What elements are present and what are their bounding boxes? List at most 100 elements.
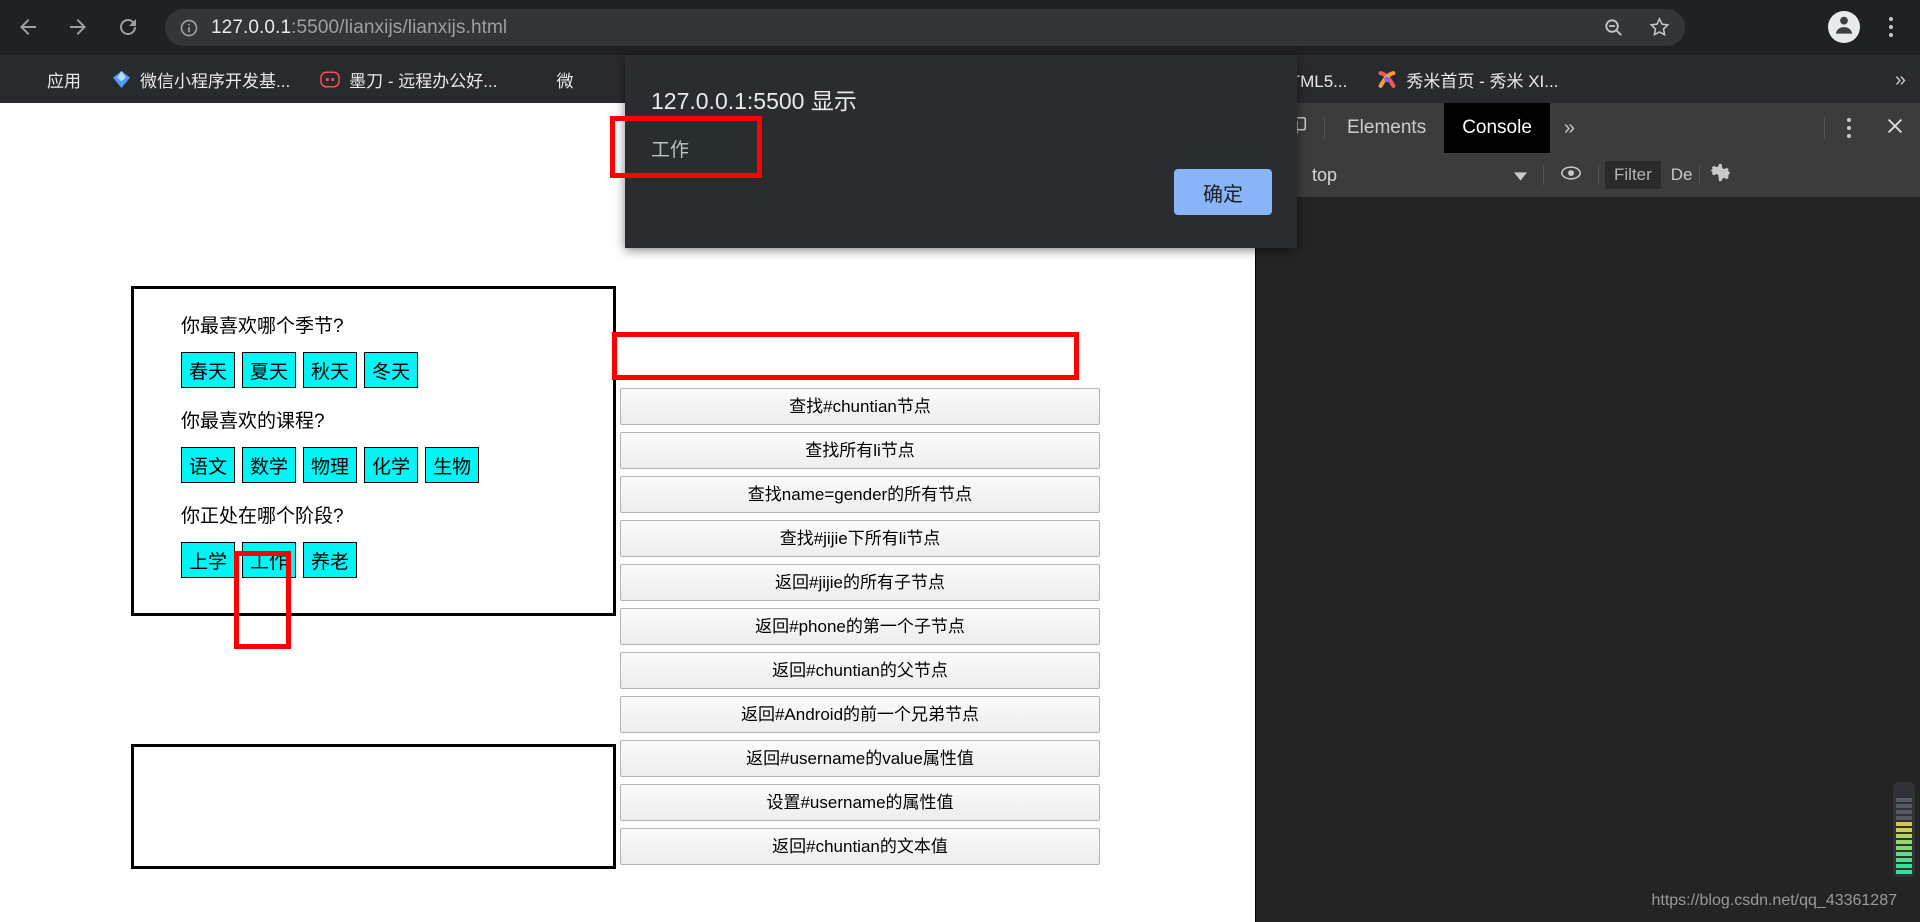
devtools-close-button[interactable]: [1869, 103, 1920, 153]
divider: [1824, 117, 1825, 139]
forward-arrow-icon: [66, 15, 90, 39]
three-dot-menu-icon: [1889, 17, 1893, 21]
zoom-out-icon[interactable]: [1595, 10, 1631, 46]
divider: [1543, 165, 1544, 185]
gear-icon: [1709, 161, 1733, 189]
url-path: :5500/lianxijs/lianxijs.html: [291, 16, 508, 38]
option-row-stage: 上学 工作 养老: [181, 542, 613, 578]
forward-button[interactable]: [58, 7, 98, 47]
divider: [1324, 117, 1325, 139]
profile-avatar-icon: [1831, 12, 1857, 43]
option-shangxue[interactable]: 上学: [181, 542, 236, 578]
question-block-course: 你最喜欢的课程? 语文 数学 物理 化学 生物: [181, 406, 613, 483]
divider: [1698, 165, 1700, 185]
bookmark-label: 微: [556, 71, 574, 91]
button-find-jijie-li-nodes[interactable]: 查找#jijie下所有li节点: [620, 520, 1100, 557]
option-yanglao[interactable]: 养老: [303, 542, 358, 578]
console-levels-select[interactable]: De: [1671, 165, 1693, 185]
bookmark-apps[interactable]: 应用: [18, 67, 81, 92]
profile-avatar[interactable]: [1828, 11, 1860, 43]
bookmarks-overflow-button[interactable]: »: [1895, 69, 1906, 92]
browser-menu-button[interactable]: [1876, 12, 1906, 42]
browser-window: 127.0.0.1:5500/lianxijs/lianxijs.html 应用…: [0, 0, 1920, 922]
button-return-phone-first-child[interactable]: 返回#phone的第一个子节点: [620, 608, 1100, 645]
option-xiatian[interactable]: 夏天: [242, 352, 297, 388]
button-return-jijie-children[interactable]: 返回#jijie的所有子节点: [620, 564, 1100, 601]
bookmark-label: 微信小程序开发基...: [140, 71, 291, 91]
question-form-panel: 你最喜欢哪个季节? 春天 夏天 秋天 冬天 你最喜欢的课程? 语文 数学 物理 …: [131, 286, 616, 616]
option-yuwen[interactable]: 语文: [181, 447, 236, 483]
performance-indicator: [1893, 782, 1915, 877]
button-return-android-prev-sibling[interactable]: 返回#Android的前一个兄弟节点: [620, 696, 1100, 733]
modao-icon: [320, 69, 340, 89]
console-output-area[interactable]: https://blog.csdn.net/qq_43361287: [1256, 197, 1920, 922]
devtools-settings-button[interactable]: [1709, 153, 1733, 197]
option-gongzuo[interactable]: 工作: [242, 542, 297, 578]
option-wuli[interactable]: 物理: [303, 447, 358, 483]
omnibox-actions: [1595, 9, 1677, 46]
option-row-season: 春天 夏天 秋天 冬天: [181, 352, 613, 388]
live-expression-icon: [1560, 165, 1582, 186]
devtools-panel: Elements Console » top Filter De https:/…: [1255, 103, 1920, 922]
xiumi-icon: [1377, 69, 1397, 89]
question-label: 你最喜欢哪个季节?: [181, 316, 344, 337]
star-icon[interactable]: [1641, 10, 1677, 46]
option-chuntian[interactable]: 春天: [181, 352, 236, 388]
button-return-chuntian-parent[interactable]: 返回#chuntian的父节点: [620, 652, 1100, 689]
address-bar[interactable]: 127.0.0.1:5500/lianxijs/lianxijs.html: [165, 9, 1685, 46]
button-find-all-li-nodes[interactable]: 查找所有li节点: [620, 432, 1100, 469]
question-block-stage: 你正处在哪个阶段? 上学 工作 养老: [181, 501, 613, 578]
wechat-devtools-icon: [111, 69, 131, 89]
bookmark-wei[interactable]: 微: [527, 67, 573, 92]
more-tabs-button[interactable]: »: [1550, 103, 1589, 153]
watermark-text: https://blog.csdn.net/qq_43361287: [1651, 892, 1897, 909]
tab-elements[interactable]: Elements: [1329, 103, 1444, 153]
reload-icon: [116, 15, 140, 39]
question-label: 你正处在哪个阶段?: [181, 506, 344, 527]
tab-console[interactable]: Console: [1444, 103, 1550, 153]
bookmark-label: 应用: [47, 71, 81, 91]
option-shuxue[interactable]: 数学: [242, 447, 297, 483]
devtools-tabbar: Elements Console »: [1256, 103, 1920, 154]
address-bar-url: 127.0.0.1:5500/lianxijs/lianxijs.html: [211, 17, 507, 39]
button-find-chuntian-node[interactable]: 查找#chuntian节点: [620, 388, 1100, 425]
option-row-course: 语文 数学 物理 化学 生物: [181, 447, 613, 483]
bookmark-modao[interactable]: 墨刀 - 远程办公好...: [320, 67, 497, 92]
bookmark-xiumi[interactable]: 秀米首页 - 秀米 XI...: [1377, 67, 1558, 92]
button-return-chuntian-text[interactable]: 返回#chuntian的文本值: [620, 828, 1100, 865]
close-icon: [1884, 115, 1906, 142]
devtools-menu-button[interactable]: [1829, 103, 1869, 153]
option-huaxue[interactable]: 化学: [364, 447, 419, 483]
live-expression-button[interactable]: [1560, 153, 1582, 197]
console-filter-input[interactable]: Filter: [1605, 161, 1661, 189]
option-shengwu[interactable]: 生物: [425, 447, 480, 483]
dialog-title: 127.0.0.1:5500 显示: [651, 88, 857, 114]
browser-toolbar: 127.0.0.1:5500/lianxijs/lianxijs.html: [0, 0, 1920, 55]
console-context-value: top: [1312, 164, 1338, 185]
bookmark-wechat-devtools[interactable]: 微信小程序开发基...: [111, 67, 290, 92]
three-dot-menu-icon: [1847, 118, 1851, 122]
back-button[interactable]: [8, 7, 48, 47]
back-arrow-icon: [16, 15, 40, 39]
url-host: 127.0.0.1: [211, 16, 292, 38]
reload-button[interactable]: [108, 7, 148, 47]
info-circle-icon[interactable]: [179, 18, 199, 38]
question-label: 你最喜欢的课程?: [181, 411, 325, 432]
action-button-list: 查找#chuntian节点 查找所有li节点 查找name=gender的所有节…: [620, 388, 1100, 872]
colored-squares-icon: [527, 69, 547, 89]
option-qiutian[interactable]: 秋天: [303, 352, 358, 388]
button-return-username-value[interactable]: 返回#username的value属性值: [620, 740, 1100, 777]
dialog-message: 工作: [651, 140, 690, 161]
option-dongtian[interactable]: 冬天: [364, 352, 419, 388]
question-block-season: 你最喜欢哪个季节? 春天 夏天 秋天 冬天: [181, 311, 613, 388]
button-find-name-gender-nodes[interactable]: 查找name=gender的所有节点: [620, 476, 1100, 513]
dialog-confirm-button[interactable]: 确定: [1174, 169, 1272, 215]
result-output-box: [131, 744, 616, 869]
console-filter-bar: top Filter De: [1256, 153, 1920, 198]
bookmark-label: 墨刀 - 远程办公好...: [349, 71, 498, 91]
chevron-down-icon: [1514, 165, 1527, 186]
console-context-select[interactable]: top: [1302, 165, 1537, 186]
bookmark-label: 秀米首页 - 秀米 XI...: [1406, 71, 1559, 91]
apps-grid-icon: [18, 69, 38, 89]
button-set-username-attr[interactable]: 设置#username的属性值: [620, 784, 1100, 821]
